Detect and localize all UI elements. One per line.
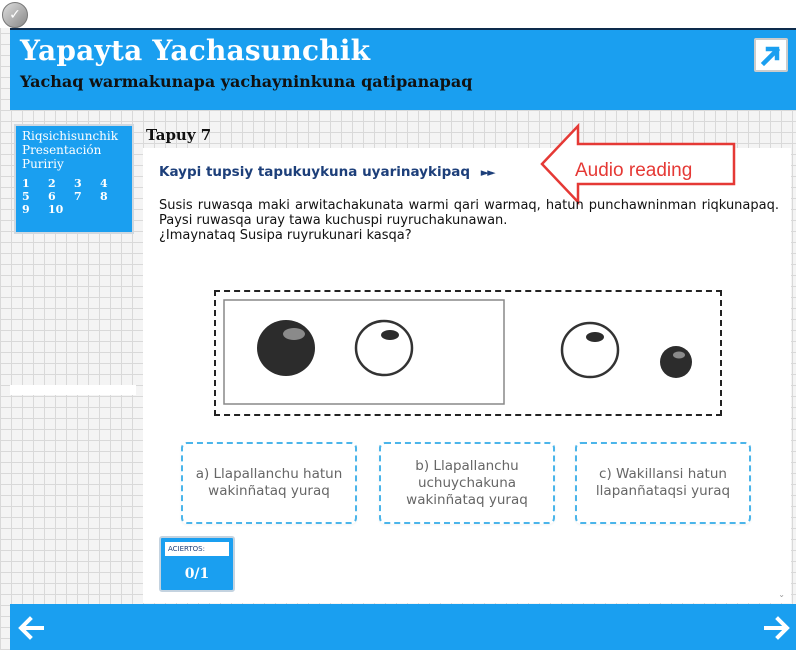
answer-option-b[interactable]: b) Llapallanchu uchuychakuna wakinñataq …	[379, 442, 555, 524]
activity-card: Kaypi tupsiy tapukuykuna uyarinaykipaq ►…	[143, 122, 791, 603]
answer-option-c[interactable]: c) Wakillansi hatun llapanñataqsi yuraq	[575, 442, 751, 524]
page-link-5[interactable]: 5	[22, 190, 48, 203]
question-image	[214, 290, 722, 416]
previous-button[interactable]	[18, 615, 44, 641]
page-link-4[interactable]: 4	[100, 177, 126, 190]
page-link-2[interactable]: 2	[48, 177, 74, 190]
seed-small-dark	[660, 346, 692, 378]
score-counter: ACIERTOS: 0/1	[159, 536, 235, 592]
page-link-6[interactable]: 6	[48, 190, 74, 203]
seed-large-white-2	[560, 321, 620, 379]
page-number-grid: 1 2 3 4 5 6 7 8 9 10	[22, 177, 126, 216]
sidebar-link-puririy[interactable]: Puririy	[22, 157, 126, 171]
question-text: Susis ruwasqa maki arwitachakunata warmi…	[159, 198, 779, 243]
top-strip	[0, 0, 796, 28]
page-link-9[interactable]: 9	[22, 203, 48, 216]
app-title: Yapayta Yachasunchik	[20, 34, 371, 67]
seeds-illustration	[223, 299, 692, 405]
scroll-down-icon[interactable]: ⌄	[778, 590, 785, 599]
page-link-1[interactable]: 1	[22, 177, 48, 190]
footer-nav	[10, 604, 796, 650]
page-title: Tapuy 7	[146, 126, 212, 144]
play-audio-icon[interactable]: ►►	[481, 166, 496, 179]
sidebar-divider	[10, 385, 136, 395]
page-link-3[interactable]: 3	[74, 177, 100, 190]
app-subtitle: Yachaq warmakunapa yachayninkuna qatipan…	[20, 72, 473, 91]
arrow-right-icon	[764, 616, 790, 640]
score-value: 0/1	[184, 566, 210, 582]
seed-large-dark	[257, 320, 315, 376]
page-link-7[interactable]: 7	[74, 190, 100, 203]
header: Yapayta Yachasunchik Yachaq warmakunapa …	[10, 28, 796, 110]
check-badge-icon: ✓	[2, 2, 28, 28]
answer-option-a[interactable]: a) Llapallanchu hatun wakinñataq yuraq	[181, 442, 357, 524]
arrow-left-icon	[18, 616, 44, 640]
sidebar-menu: Riqsichisunchik Presentación Puririy 1 2…	[14, 124, 134, 234]
score-label: ACIERTOS:	[165, 542, 229, 556]
page-link-10[interactable]: 10	[48, 203, 74, 216]
expand-arrow-icon	[760, 46, 781, 67]
page-link-8[interactable]: 8	[100, 190, 126, 203]
sidebar-link-riqsichisunchik[interactable]: Riqsichisunchik	[22, 129, 126, 143]
expand-button[interactable]	[754, 38, 788, 72]
question-paragraph: Susis ruwasqa maki arwitachakunata warmi…	[159, 198, 779, 228]
question-prompt: ¿Imaynataq Susipa ruyrukunari kasqa?	[159, 228, 412, 243]
audio-callout-label: Audio reading	[575, 160, 693, 181]
instruction-text: Kaypi tupsiy tapukuykuna uyarinaykipaq	[159, 164, 471, 180]
sidebar-link-presentacion[interactable]: Presentación	[22, 143, 126, 157]
next-button[interactable]	[764, 615, 790, 641]
seed-large-white-1	[354, 319, 414, 377]
audio-instruction[interactable]: Kaypi tupsiy tapukuykuna uyarinaykipaq ►…	[159, 164, 496, 180]
